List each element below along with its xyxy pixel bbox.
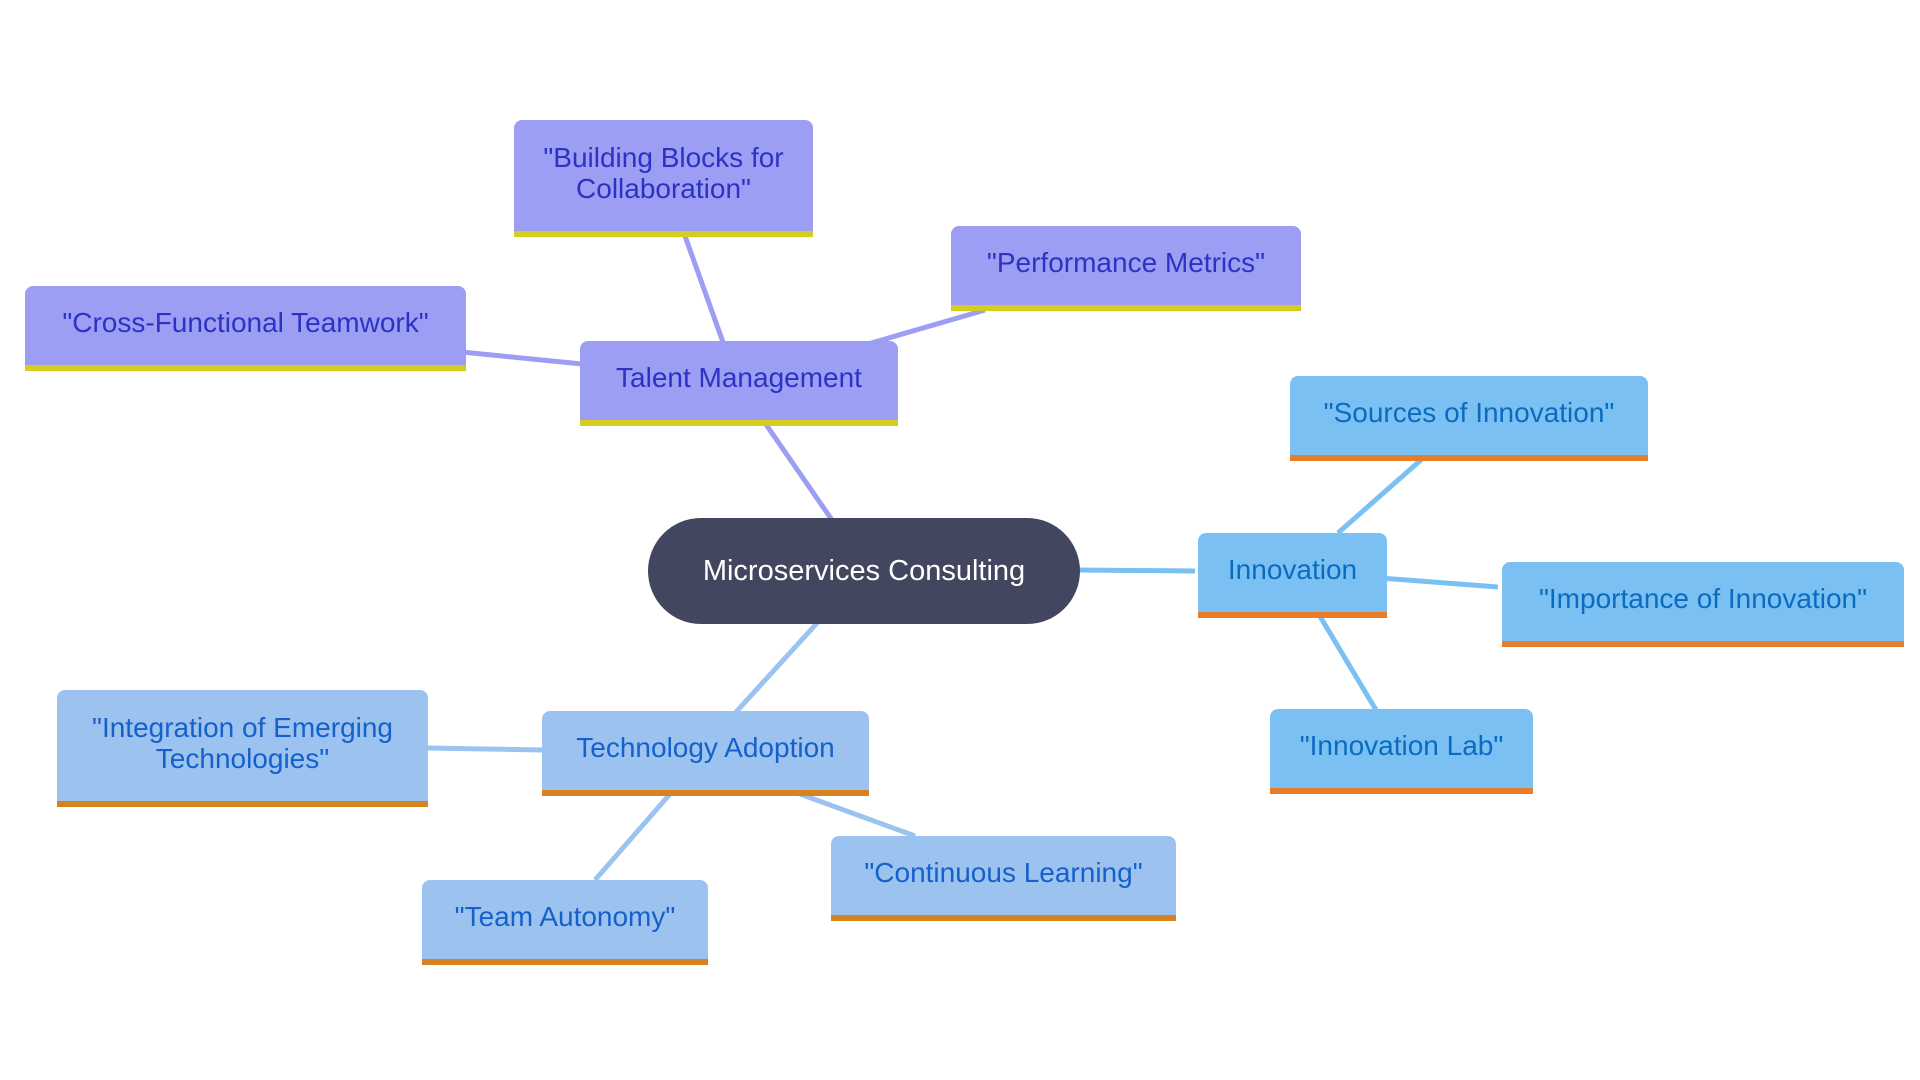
node-building-blocks[interactable]: "Building Blocks for Collaboration" xyxy=(514,120,813,237)
node-label: "Performance Metrics" xyxy=(986,247,1266,278)
node-importance-of-innovation[interactable]: "Importance of Innovation" xyxy=(1502,562,1904,647)
node-team-autonomy[interactable]: "Team Autonomy" xyxy=(422,880,708,965)
edge-tech-learning xyxy=(799,791,916,839)
node-label: "Integration of Emerging Technologies" xyxy=(92,711,393,774)
edge-innovation-importance xyxy=(1379,575,1499,590)
node-innovation[interactable]: Innovation xyxy=(1198,533,1387,618)
node-label: Talent Management xyxy=(616,362,862,393)
node-label: "Team Autonomy" xyxy=(454,901,676,932)
edge-tech-integration xyxy=(425,745,543,753)
node-performance-metrics[interactable]: "Performance Metrics" xyxy=(951,226,1301,311)
node-label: "Importance of Innovation" xyxy=(1538,583,1868,614)
node-label: "Sources of Innovation" xyxy=(1323,397,1615,428)
root-node-label: Microservices Consulting xyxy=(702,554,1026,587)
node-technology-adoption[interactable]: Technology Adoption xyxy=(542,711,869,796)
node-label: Innovation xyxy=(1227,554,1358,585)
edge-innovation-lab xyxy=(1315,611,1379,712)
edge-root-tech xyxy=(734,620,820,714)
node-continuous-learning[interactable]: "Continuous Learning" xyxy=(831,836,1176,921)
node-label: Technology Adoption xyxy=(576,732,835,763)
node-talent-management[interactable]: Talent Management xyxy=(580,341,898,426)
node-innovation-lab[interactable]: "Innovation Lab" xyxy=(1270,709,1533,794)
node-label: "Continuous Learning" xyxy=(864,857,1143,888)
node-label: "Cross-Functional Teamwork" xyxy=(62,307,429,338)
node-cross-functional-teamwork[interactable]: "Cross-Functional Teamwork" xyxy=(25,286,466,371)
edge-tech-autonomy xyxy=(593,792,672,882)
root-node[interactable]: Microservices Consulting xyxy=(648,518,1080,624)
edge-talent-building xyxy=(682,235,727,346)
edge-talent-crossfunc xyxy=(461,349,583,367)
node-label: "Building Blocks for Collaboration" xyxy=(543,141,784,204)
node-integration-of-emerging-technologies[interactable]: "Integration of Emerging Technologies" xyxy=(57,690,428,807)
edge-talent-performance xyxy=(867,307,986,347)
edge-root-talent xyxy=(762,421,835,522)
edge-innovation-sources xyxy=(1336,457,1424,535)
edge-root-innovation xyxy=(1077,567,1196,574)
node-sources-of-innovation[interactable]: "Sources of Innovation" xyxy=(1290,376,1648,461)
node-label: "Innovation Lab" xyxy=(1299,730,1504,761)
